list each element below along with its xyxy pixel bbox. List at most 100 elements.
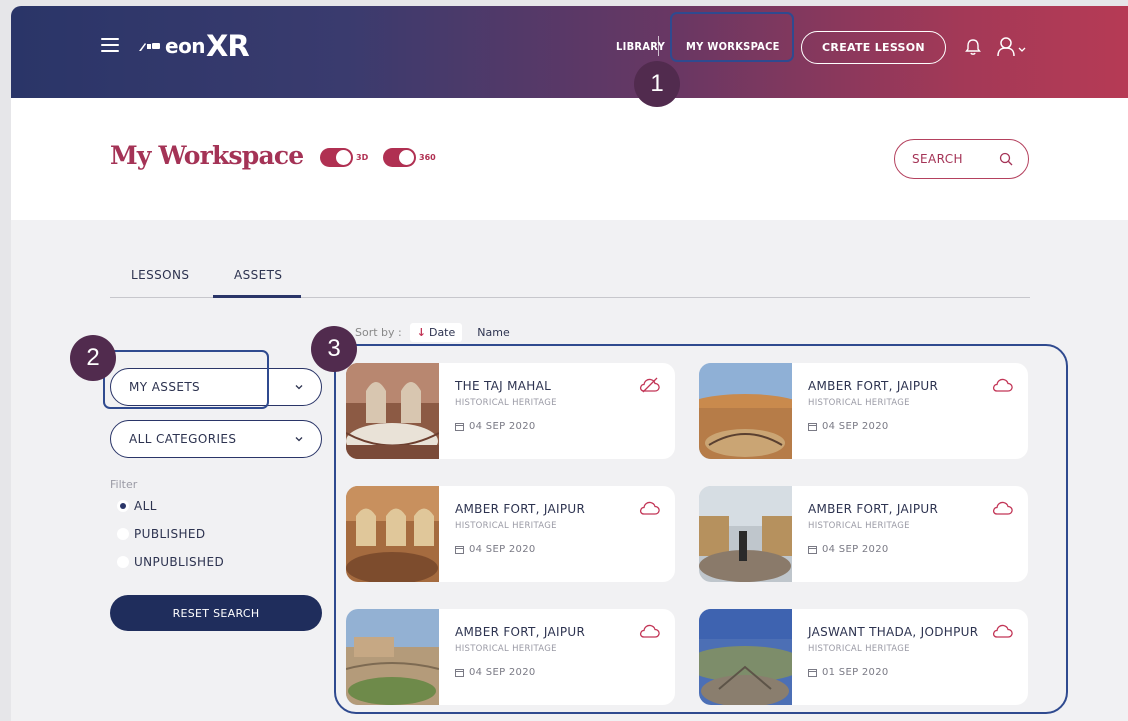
asset-date-text: 04 SEP 2020 (469, 421, 536, 432)
radio-selected-icon[interactable] (117, 500, 129, 512)
asset-category: HISTORICAL HERITAGE (455, 521, 557, 531)
asset-card[interactable]: AMBER FORT, JAIPUR HISTORICAL HERITAGE 0… (699, 486, 1028, 582)
reset-search-button[interactable]: RESET SEARCH (110, 595, 322, 631)
asset-category: HISTORICAL HERITAGE (455, 398, 557, 408)
asset-date-text: 04 SEP 2020 (469, 667, 536, 678)
radio-unselected-icon[interactable] (117, 556, 129, 568)
filter-radio-all-label: ALL (134, 499, 157, 513)
page-title: My Workspace (110, 141, 304, 170)
toggle-3d[interactable]: 3D (320, 148, 368, 167)
asset-thumbnail (346, 609, 439, 705)
asset-card[interactable]: THE TAJ MAHAL HISTORICAL HERITAGE 04 SEP… (346, 363, 675, 459)
asset-category: HISTORICAL HERITAGE (808, 521, 910, 531)
sort-option-date[interactable]: ↓ Date (409, 323, 463, 342)
cloud-icon[interactable] (992, 377, 1014, 393)
asset-card[interactable]: AMBER FORT, JAIPUR HISTORICAL HERITAGE 0… (346, 486, 675, 582)
my-assets-dropdown[interactable]: MY ASSETS (110, 368, 322, 406)
chevron-down-icon (295, 437, 303, 442)
callout-badge-3: 3 (311, 326, 357, 372)
asset-date: 04 SEP 2020 (455, 544, 536, 555)
asset-card[interactable]: AMBER FORT, JAIPUR HISTORICAL HERITAGE 0… (346, 609, 675, 705)
asset-title: AMBER FORT, JAIPUR (808, 502, 939, 516)
calendar-icon (808, 546, 817, 554)
calendar-icon (455, 423, 464, 431)
asset-date-text: 01 SEP 2020 (822, 667, 889, 678)
app-window: eon XR LIBRARY MY WORKSPACE CREATE LESSO… (11, 6, 1128, 721)
cloud-icon[interactable] (992, 500, 1014, 516)
asset-date: 04 SEP 2020 (808, 421, 889, 432)
asset-title: AMBER FORT, JAIPUR (808, 379, 939, 393)
chevron-down-icon (295, 385, 303, 390)
sort-bar: Sort by : ↓ Date Name (355, 323, 517, 342)
tab-assets[interactable]: ASSETS (234, 268, 282, 282)
sort-label: Sort by : (355, 326, 402, 339)
radio-unselected-icon[interactable] (117, 528, 129, 540)
categories-dropdown[interactable]: ALL CATEGORIES (110, 420, 322, 458)
filter-radio-unpublished-label: UNPUBLISHED (134, 555, 225, 569)
callout-badge-1: 1 (634, 61, 680, 107)
logo-eon-text: eon (165, 34, 206, 58)
nav-active-underline (686, 61, 778, 62)
asset-thumbnail (346, 363, 439, 459)
cloud-off-icon[interactable] (639, 377, 661, 393)
asset-date: 04 SEP 2020 (455, 667, 536, 678)
asset-thumbnail (346, 486, 439, 582)
asset-thumbnail (699, 486, 792, 582)
eonxr-logo[interactable]: eon XR (138, 26, 250, 66)
sort-down-arrow-icon: ↓ (416, 326, 426, 339)
asset-date: 01 SEP 2020 (808, 667, 889, 678)
sort-date-label: Date (428, 326, 456, 339)
callout-badge-2: 2 (70, 335, 116, 381)
filter-radio-all[interactable]: ALL (117, 499, 157, 513)
logo-xr-text: XR (206, 29, 250, 63)
nav-my-workspace[interactable]: MY WORKSPACE (686, 40, 780, 53)
search-placeholder: SEARCH (912, 152, 963, 166)
asset-category: HISTORICAL HERITAGE (455, 644, 557, 654)
notification-bell-icon[interactable] (964, 37, 982, 57)
asset-title: JASWANT THADA, JODHPUR (808, 625, 979, 639)
user-profile-icon[interactable] (996, 36, 1030, 58)
search-icon[interactable] (999, 152, 1014, 167)
logo-mark-icon (139, 43, 160, 51)
asset-date: 04 SEP 2020 (808, 544, 889, 555)
asset-card[interactable]: JASWANT THADA, JODHPUR HISTORICAL HERITA… (699, 609, 1028, 705)
my-assets-dropdown-label: MY ASSETS (129, 380, 201, 394)
asset-category: HISTORICAL HERITAGE (808, 644, 910, 654)
calendar-icon (455, 669, 464, 677)
asset-title: AMBER FORT, JAIPUR (455, 625, 586, 639)
asset-category: HISTORICAL HERITAGE (808, 398, 910, 408)
cloud-icon[interactable] (992, 623, 1014, 639)
cloud-icon[interactable] (639, 500, 661, 516)
filter-label: Filter (110, 478, 138, 491)
asset-date-text: 04 SEP 2020 (822, 421, 889, 432)
top-navigation-bar: eon XR LIBRARY MY WORKSPACE CREATE LESSO… (11, 6, 1128, 98)
calendar-icon (808, 669, 817, 677)
asset-title: AMBER FORT, JAIPUR (455, 502, 586, 516)
create-lesson-button[interactable]: CREATE LESSON (801, 31, 946, 64)
toggle-360-label: 360 (419, 153, 436, 162)
asset-thumbnail (699, 363, 792, 459)
toggle-360[interactable]: 360 (383, 148, 436, 167)
nav-divider (658, 36, 659, 56)
asset-thumbnail (699, 609, 792, 705)
filter-radio-unpublished[interactable]: UNPUBLISHED (117, 555, 224, 569)
search-input[interactable]: SEARCH (894, 139, 1029, 179)
filter-radio-published-label: PUBLISHED (134, 527, 206, 541)
tab-active-indicator (213, 295, 301, 298)
toggle-360-switch[interactable] (383, 148, 416, 167)
calendar-icon (455, 546, 464, 554)
filter-radio-published[interactable]: PUBLISHED (117, 527, 206, 541)
calendar-icon (808, 423, 817, 431)
categories-dropdown-label: ALL CATEGORIES (129, 432, 237, 446)
sort-option-name[interactable]: Name (470, 323, 516, 342)
asset-title: THE TAJ MAHAL (455, 379, 552, 393)
tab-lessons[interactable]: LESSONS (131, 268, 189, 282)
asset-card[interactable]: AMBER FORT, JAIPUR HISTORICAL HERITAGE 0… (699, 363, 1028, 459)
toggle-3d-switch[interactable] (320, 148, 353, 167)
toggle-3d-label: 3D (356, 153, 369, 162)
asset-date-text: 04 SEP 2020 (469, 544, 536, 555)
asset-date: 04 SEP 2020 (455, 421, 536, 432)
cloud-icon[interactable] (639, 623, 661, 639)
asset-date-text: 04 SEP 2020 (822, 544, 889, 555)
hamburger-menu-icon[interactable] (101, 38, 119, 52)
